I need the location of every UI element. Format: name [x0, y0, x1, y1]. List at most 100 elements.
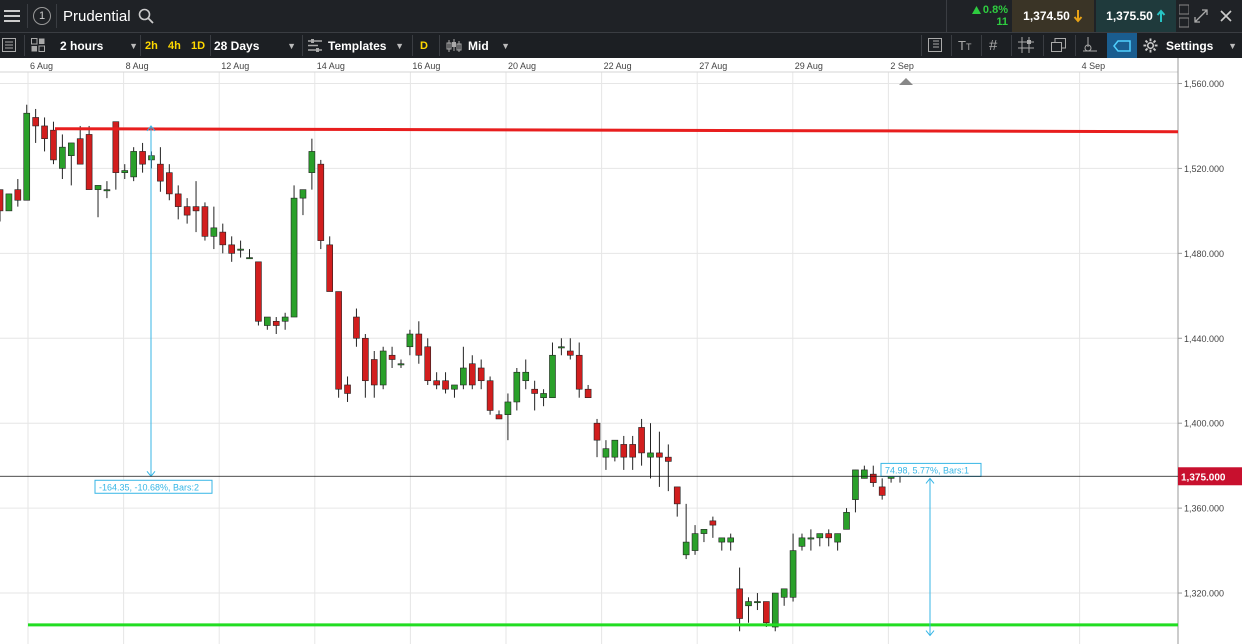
crosshair-draw-icon	[1018, 37, 1034, 53]
hamburger-menu-button[interactable]	[0, 0, 24, 32]
tag-tool-button[interactable]	[1107, 33, 1137, 58]
indicators-icon	[928, 38, 942, 52]
candle-body	[852, 469, 859, 500]
candle-body	[183, 206, 191, 216]
candle-body	[843, 512, 850, 530]
info-icon: 1	[33, 7, 51, 25]
layout-toggle-button[interactable]	[1178, 4, 1190, 28]
y-axis-labels: 1,560.000 1,520.000 1,480.000 1,440.000 1,40…	[1178, 79, 1224, 599]
candle-body	[700, 529, 708, 534]
interval-dropdown[interactable]: 2 hours ▼	[60, 33, 138, 58]
candle-body	[379, 350, 387, 386]
info-button[interactable]: 1	[32, 6, 52, 26]
expand-button[interactable]	[1194, 8, 1210, 24]
buy-price-button[interactable]: 1,375.50	[1096, 0, 1176, 32]
level-lines	[28, 127, 1179, 627]
cursor-crosshair-icon	[1083, 37, 1097, 52]
copy-chart-button[interactable]	[1051, 37, 1067, 53]
candle-body	[878, 486, 886, 496]
y-tick-label: 1,480.000	[1184, 249, 1224, 259]
crosshair-button[interactable]	[1083, 37, 1099, 53]
x-axis-band	[0, 58, 1178, 72]
candle-body	[566, 350, 574, 356]
candle-body	[255, 261, 262, 322]
candle-body	[451, 384, 458, 390]
y-tick-label: 1,520.000	[1184, 164, 1224, 174]
candle-body	[629, 444, 636, 458]
close-button[interactable]	[1220, 8, 1236, 24]
chart-type-button[interactable]	[31, 37, 47, 53]
range-value: 28 Days	[214, 38, 260, 53]
candle-body	[611, 439, 619, 458]
candle-body	[308, 151, 316, 173]
interval-value: 2 hours	[60, 38, 104, 53]
up-triangle-icon	[971, 6, 981, 14]
templates-dropdown[interactable]: Templates ▼	[308, 33, 404, 58]
candle-body	[593, 422, 601, 441]
range-dropdown[interactable]: 28 Days ▼	[214, 33, 296, 58]
x-tick-label: 4 Sep	[1082, 61, 1106, 71]
settings-dropdown[interactable]: Settings ▼	[1143, 33, 1237, 58]
candle-body	[67, 142, 75, 156]
y-tick-label: 1,560.000	[1184, 79, 1224, 89]
templates-icon	[308, 39, 322, 52]
candle-body	[353, 316, 360, 339]
price-type-dropdown[interactable]: Mid ▼	[446, 33, 510, 58]
grid-toggle-button[interactable]: #	[989, 33, 997, 58]
candle-body	[504, 401, 512, 415]
chevron-down-icon: ▼	[395, 40, 404, 51]
price-chart[interactable]: 6 Aug 8 Aug 12 Aug 14 Aug 16 Aug 20 Aug 22 Aug…	[0, 58, 1242, 644]
x-tick-label: 6 Aug	[30, 61, 53, 71]
interval-2h-button[interactable]: 2h	[145, 33, 158, 58]
buy-price: 1,375.50	[1106, 9, 1153, 23]
grid-layout-icon	[31, 38, 45, 52]
candle-body	[14, 189, 22, 201]
change-count: 11	[996, 16, 1008, 28]
candle-body	[281, 316, 289, 322]
candle-body	[406, 333, 414, 348]
candle-body	[433, 380, 440, 386]
interval-1d-button[interactable]: 1D	[191, 33, 205, 58]
x-tick-label: 29 Aug	[795, 61, 823, 71]
list-view-button[interactable]	[2, 37, 18, 53]
candle-body	[299, 189, 307, 199]
candle-body	[41, 125, 48, 139]
candle-body	[103, 189, 111, 192]
candle-body	[718, 537, 726, 543]
candle-body	[166, 172, 173, 195]
candle-body	[647, 452, 654, 458]
instrument-name[interactable]: Prudential	[63, 0, 131, 32]
d-button[interactable]: D	[420, 33, 428, 58]
tag-icon	[1113, 39, 1131, 52]
candle-body	[558, 346, 565, 349]
candle-body	[264, 316, 271, 326]
interval-4h-button[interactable]: 4h	[168, 33, 181, 58]
draw-tools-button[interactable]	[1018, 37, 1036, 53]
interval-1d-label: 1D	[191, 39, 206, 52]
candle-body	[549, 354, 556, 399]
candle-body	[602, 448, 610, 458]
sell-price-button[interactable]: 1,374.50	[1012, 0, 1094, 32]
x-tick-label: 2 Sep	[890, 61, 914, 71]
chart-toolbar: 2 hours ▼ 2h 4h 1D 28 Days ▼ Templates ▼…	[0, 32, 1242, 58]
candle-body	[442, 380, 449, 390]
windows-icon	[1051, 38, 1066, 52]
candle-body	[816, 533, 824, 539]
candle-body	[317, 163, 325, 241]
y-tick-label: 1,360.000	[1184, 504, 1224, 514]
candle-body	[362, 337, 369, 382]
x-tick-label: 27 Aug	[699, 61, 727, 71]
text-tool-button[interactable]: TT	[958, 33, 971, 58]
candle-body	[861, 469, 868, 479]
candle-body	[682, 541, 690, 556]
candle-body	[736, 588, 743, 619]
candle-body	[522, 371, 530, 382]
candle-body	[540, 393, 547, 399]
candle-body	[825, 533, 833, 539]
indicators-button[interactable]	[928, 37, 944, 53]
candle-body	[344, 384, 351, 394]
y-tick-label: 1,320.000	[1184, 589, 1224, 599]
search-button[interactable]	[138, 6, 156, 26]
measure-label: 74.98, 5.77%, Bars:1	[885, 465, 969, 475]
interval-4h-label: 4h	[168, 39, 181, 52]
